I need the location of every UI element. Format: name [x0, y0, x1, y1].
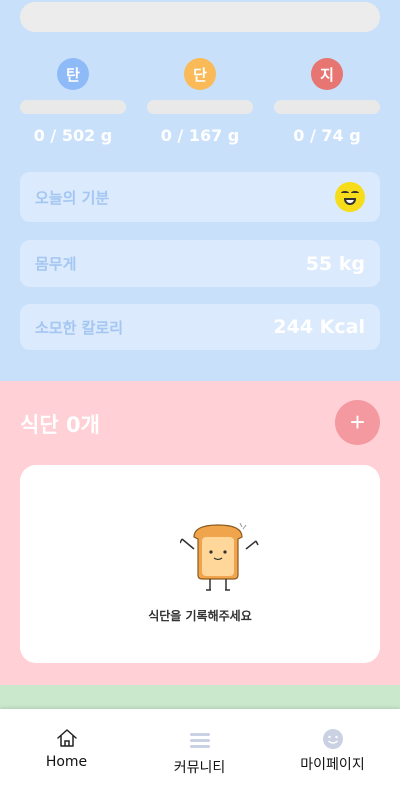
mood-card[interactable]: 오늘의 기분: [20, 172, 380, 222]
calories-label: 소모한 칼로리: [35, 318, 124, 337]
fat-value: 0 / 74 g: [293, 126, 361, 145]
carb-progress-bar: [20, 100, 126, 114]
smile-face-icon: [322, 729, 343, 749]
fat-progress-bar: [274, 100, 380, 114]
carb-value: 0 / 502 g: [33, 126, 113, 145]
carb-badge: 탄: [57, 58, 89, 90]
calories-value: 244 Kcal: [273, 316, 365, 338]
nav-home[interactable]: Home: [0, 709, 133, 788]
nav-home-label: Home: [45, 754, 88, 770]
nav-mypage-label: 마이페이지: [300, 757, 365, 773]
weight-value: 55 kg: [305, 252, 365, 275]
menu-icon: [189, 733, 210, 748]
fat-macro: 지 0 / 74 g: [274, 58, 380, 145]
daily-summary-section: 탄 0 / 502 g 단 0 / 167 g 지 0 / 74 g 오늘의 기…: [0, 0, 400, 381]
empty-meal-message: 식단을 기록해주세요: [148, 609, 252, 623]
nav-community[interactable]: 커뮤니티: [133, 709, 266, 788]
calories-card[interactable]: 소모한 칼로리 244 Kcal: [20, 304, 380, 350]
nav-mypage[interactable]: 마이페이지: [266, 709, 399, 788]
carb-macro: 탄 0 / 502 g: [20, 58, 126, 145]
protein-badge: 단: [184, 58, 216, 90]
nav-community-label: 커뮤니티: [173, 760, 226, 776]
weight-card[interactable]: 몸무게 55 kg: [20, 240, 380, 287]
bottom-nav: Home 커뮤니티 마이페이지: [0, 709, 400, 788]
toast-character-icon: [180, 523, 259, 591]
weight-label: 몸무게: [35, 255, 77, 273]
calorie-progress-bar: [20, 2, 380, 32]
fat-badge: 지: [311, 58, 343, 90]
protein-value: 0 / 167 g: [160, 126, 240, 145]
meal-section: 식단 0개 + 식단을 기록해주세요: [0, 381, 400, 685]
mood-label: 오늘의 기분: [35, 188, 110, 207]
protein-macro: 단 0 / 167 g: [147, 58, 253, 145]
add-meal-button[interactable]: +: [335, 400, 380, 445]
meal-count-title: 식단 0개: [20, 413, 100, 437]
home-icon: [56, 729, 77, 747]
empty-meal-card: 식단을 기록해주세요: [20, 465, 380, 663]
laughing-emoji-icon[interactable]: [335, 182, 365, 212]
protein-progress-bar: [147, 100, 253, 114]
